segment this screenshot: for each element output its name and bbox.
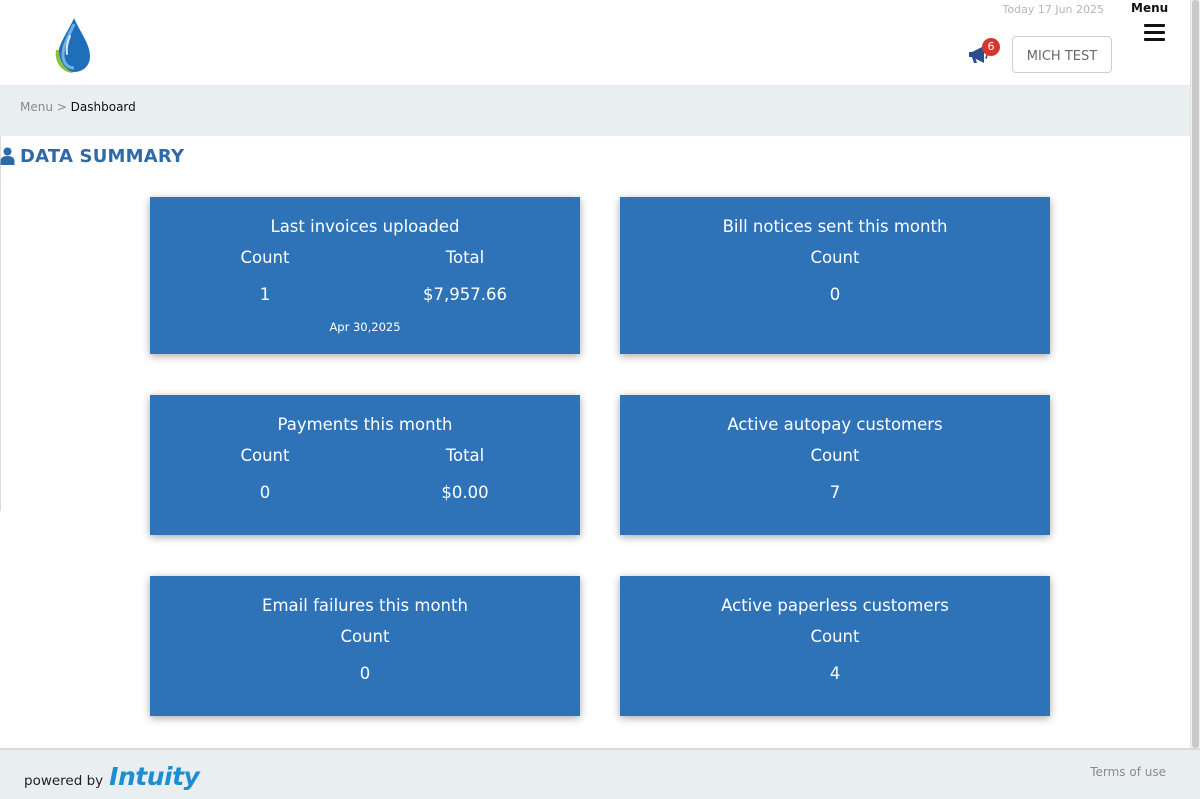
breadcrumb-separator: > [56,100,67,114]
hamburger-icon[interactable] [1144,24,1166,44]
card-autopay: Active autopay customers Count 7 [620,395,1050,535]
app-header: Today 17 Jun 2025 Menu 6 MICH TEST [0,0,1190,85]
powered-by-text: powered by [24,773,104,789]
count-value: 0 [359,664,371,683]
count-value: 4 [829,664,841,683]
powered-by: powered by Intuity [24,762,200,791]
card-payments: Payments this month Count Total 0 $0.00 [150,395,580,535]
breadcrumb: Menu > Dashboard [20,100,136,114]
count-label: Count [240,446,290,465]
upload-date: Apr 30,2025 [329,320,401,334]
breadcrumb-menu-link[interactable]: Menu [20,100,53,114]
person-icon [0,147,15,165]
app-footer: powered by Intuity Terms of use [0,748,1200,799]
vertical-scrollbar[interactable] [1190,0,1200,748]
count-label: Count [810,248,860,267]
dashboard-page: Today 17 Jun 2025 Menu 6 MICH TEST Menu … [0,0,1200,799]
card-last-invoices: Last invoices uploaded Count Total 1 $7,… [150,197,580,354]
count-value: 0 [829,285,841,304]
menu-label[interactable]: Menu [1131,1,1168,15]
card-title: Active paperless customers [721,596,949,615]
page-title: DATA SUMMARY [20,145,185,167]
card-paperless: Active paperless customers Count 4 [620,576,1050,716]
water-drop-logo-icon[interactable] [52,16,94,74]
count-label: Count [340,627,390,646]
terms-of-use-link[interactable]: Terms of use [1090,765,1166,779]
count-label: Count [240,248,290,267]
card-title: Payments this month [277,415,453,434]
today-date: Today 17 Jun 2025 [1002,3,1104,16]
card-title: Email failures this month [262,596,468,615]
count-value: 7 [829,483,841,502]
count-label: Count [810,627,860,646]
card-bill-notices: Bill notices sent this month Count 0 [620,197,1050,354]
notification-badge[interactable]: 6 [982,38,1000,56]
card-title: Bill notices sent this month [722,217,948,236]
total-value: $7,957.66 [423,285,507,304]
content-left-border [0,136,1,511]
user-account-button[interactable]: MICH TEST [1012,36,1112,73]
count-label: Count [810,446,860,465]
scrollbar-thumb[interactable] [1192,0,1199,748]
card-title: Last invoices uploaded [270,217,460,236]
card-email-failures: Email failures this month Count 0 [150,576,580,716]
total-label: Total [445,248,485,267]
brand-logo[interactable]: Intuity [109,762,200,791]
section-header: DATA SUMMARY [0,144,184,168]
breadcrumb-bar: Menu > Dashboard [0,85,1190,136]
total-label: Total [445,446,485,465]
card-title: Active autopay customers [727,415,943,434]
count-value: 0 [259,483,271,502]
count-value: 1 [259,285,271,304]
total-value: $0.00 [441,483,489,502]
breadcrumb-current: Dashboard [70,100,136,114]
